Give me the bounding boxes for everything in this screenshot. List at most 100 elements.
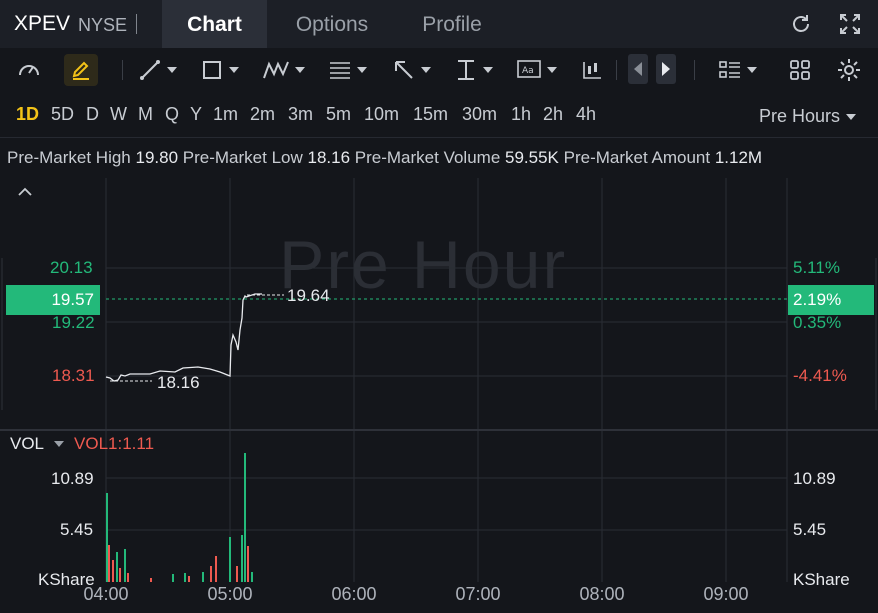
volume-axis-label: 10.89 bbox=[793, 469, 836, 488]
refresh-icon[interactable] bbox=[789, 12, 813, 36]
period-m[interactable]: M bbox=[138, 104, 153, 125]
time-axis-label: 06:00 bbox=[331, 584, 377, 604]
list-tool[interactable] bbox=[718, 56, 757, 84]
period-1m[interactable]: 1m bbox=[213, 104, 238, 125]
volume-value-label: VOL1:1.11 bbox=[74, 434, 155, 453]
percent-axis-label: -4.41% bbox=[793, 366, 847, 385]
grid-tool[interactable] bbox=[788, 56, 812, 84]
expand-icon[interactable] bbox=[838, 12, 862, 36]
price-line bbox=[105, 293, 262, 382]
period-2m[interactable]: 2m bbox=[250, 104, 275, 125]
high-label: Pre-Market High bbox=[7, 148, 131, 167]
ticker-symbol: XPEV bbox=[14, 12, 71, 35]
period-10m[interactable]: 10m bbox=[364, 104, 399, 125]
fibonacci-tool-icon bbox=[330, 62, 350, 79]
chevron-down-icon bbox=[483, 67, 493, 73]
period-15m[interactable]: 15m bbox=[413, 104, 448, 125]
period-q[interactable]: Q bbox=[165, 104, 179, 125]
period-w[interactable]: W bbox=[110, 104, 127, 125]
period-1d[interactable]: 1D bbox=[16, 104, 39, 125]
volume-bar bbox=[251, 572, 253, 582]
period-30m[interactable]: 30m bbox=[462, 104, 497, 125]
volume-axis-label: 5.45 bbox=[793, 520, 827, 539]
toolbar-divider bbox=[616, 60, 617, 80]
measure-tool[interactable] bbox=[454, 56, 493, 84]
volume-axis-label: 5.45 bbox=[60, 520, 94, 539]
text-tool-icon: Aa bbox=[517, 60, 541, 78]
fibonacci-tool[interactable] bbox=[328, 56, 367, 84]
next-button[interactable] bbox=[656, 54, 676, 84]
period-5d[interactable]: 5D bbox=[51, 104, 74, 125]
amount-value: 1.12M bbox=[714, 148, 763, 167]
period-d[interactable]: D bbox=[86, 104, 99, 125]
current-change-tag: 2.19% bbox=[788, 285, 874, 315]
volume-indicator-selector[interactable]: VOL bbox=[10, 434, 44, 454]
time-axis-label: 05:00 bbox=[207, 584, 253, 604]
volume-label: Pre-Market Volume bbox=[354, 148, 501, 167]
period-3m[interactable]: 3m bbox=[288, 104, 313, 125]
low-label: Pre-Market Low bbox=[182, 148, 303, 167]
measure-tool-icon bbox=[458, 60, 474, 80]
volume-indicator-header: VOL VOL1:1.11 bbox=[10, 434, 154, 454]
price-axis-label: 18.31 bbox=[52, 366, 95, 385]
tab-profile[interactable]: Profile bbox=[406, 0, 498, 48]
tab-options[interactable]: Options bbox=[282, 0, 382, 48]
settings-tool[interactable] bbox=[836, 56, 862, 84]
volume-bar bbox=[106, 493, 108, 582]
period-1h[interactable]: 1h bbox=[511, 104, 531, 125]
vertical-grid bbox=[105, 178, 788, 582]
time-axis-label: 08:00 bbox=[579, 584, 625, 604]
period-selector: 1D 5D D W M Q Y 1m 2m 3m 5m 10m 15m 30m … bbox=[0, 92, 878, 138]
speedometer-tool[interactable] bbox=[16, 56, 42, 84]
volume-bar bbox=[116, 552, 118, 582]
volume-bar bbox=[184, 573, 186, 582]
arrow-tool-icon bbox=[395, 61, 413, 79]
volume-bar bbox=[172, 574, 174, 582]
volume-bar bbox=[247, 546, 249, 582]
candlestick-tool[interactable] bbox=[580, 56, 604, 84]
volume-bar bbox=[188, 576, 190, 582]
next-icon bbox=[662, 62, 670, 76]
session-dropdown[interactable]: Pre Hours bbox=[759, 106, 856, 127]
pattern-tool[interactable] bbox=[262, 56, 305, 84]
chevron-down-icon[interactable] bbox=[54, 441, 65, 447]
volume-bar bbox=[202, 572, 204, 582]
volume-bar bbox=[108, 545, 110, 582]
high-value: 19.80 bbox=[135, 148, 179, 167]
period-5m[interactable]: 5m bbox=[326, 104, 351, 125]
volume-axis-label: KShare bbox=[793, 570, 850, 589]
volume-bar bbox=[119, 568, 121, 582]
period-y[interactable]: Y bbox=[190, 104, 202, 125]
volume-bar bbox=[229, 537, 231, 582]
volume-bar bbox=[112, 560, 114, 582]
svg-text:Aa: Aa bbox=[522, 66, 534, 76]
percent-axis-label: 5.11% bbox=[793, 258, 840, 277]
chevron-down-icon bbox=[846, 113, 856, 120]
toolbar-divider bbox=[694, 60, 695, 80]
tab-chart[interactable]: Chart bbox=[162, 0, 267, 48]
line-tool[interactable] bbox=[138, 56, 177, 84]
price-axis-label: 19.22 bbox=[52, 313, 95, 332]
chevron-down-icon bbox=[421, 67, 431, 73]
time-axis-label: 09:00 bbox=[703, 584, 749, 604]
low-value: 18.16 bbox=[307, 148, 351, 167]
rectangle-tool[interactable] bbox=[200, 56, 239, 84]
session-label: Pre Hours bbox=[758, 106, 840, 126]
low-annotation: 18.16 bbox=[157, 373, 200, 392]
volume-bar bbox=[150, 578, 152, 582]
volume-bar bbox=[124, 549, 126, 582]
pen-tool[interactable] bbox=[64, 54, 98, 86]
volume-bar bbox=[244, 453, 246, 582]
percent-axis-label: 0.35% bbox=[793, 313, 842, 332]
text-tool[interactable]: Aa bbox=[516, 56, 557, 84]
period-2h[interactable]: 2h bbox=[543, 104, 563, 125]
horizontal-grid bbox=[106, 267, 787, 531]
period-4h[interactable]: 4h bbox=[576, 104, 596, 125]
prev-icon bbox=[634, 62, 642, 76]
exchange-label: NYSE bbox=[78, 15, 128, 35]
volume-bars bbox=[106, 453, 253, 582]
volume-axis-label: 10.89 bbox=[51, 469, 94, 488]
arrow-tool[interactable] bbox=[392, 56, 431, 84]
chart-canvas[interactable] bbox=[0, 176, 878, 613]
prev-button[interactable] bbox=[628, 54, 648, 84]
